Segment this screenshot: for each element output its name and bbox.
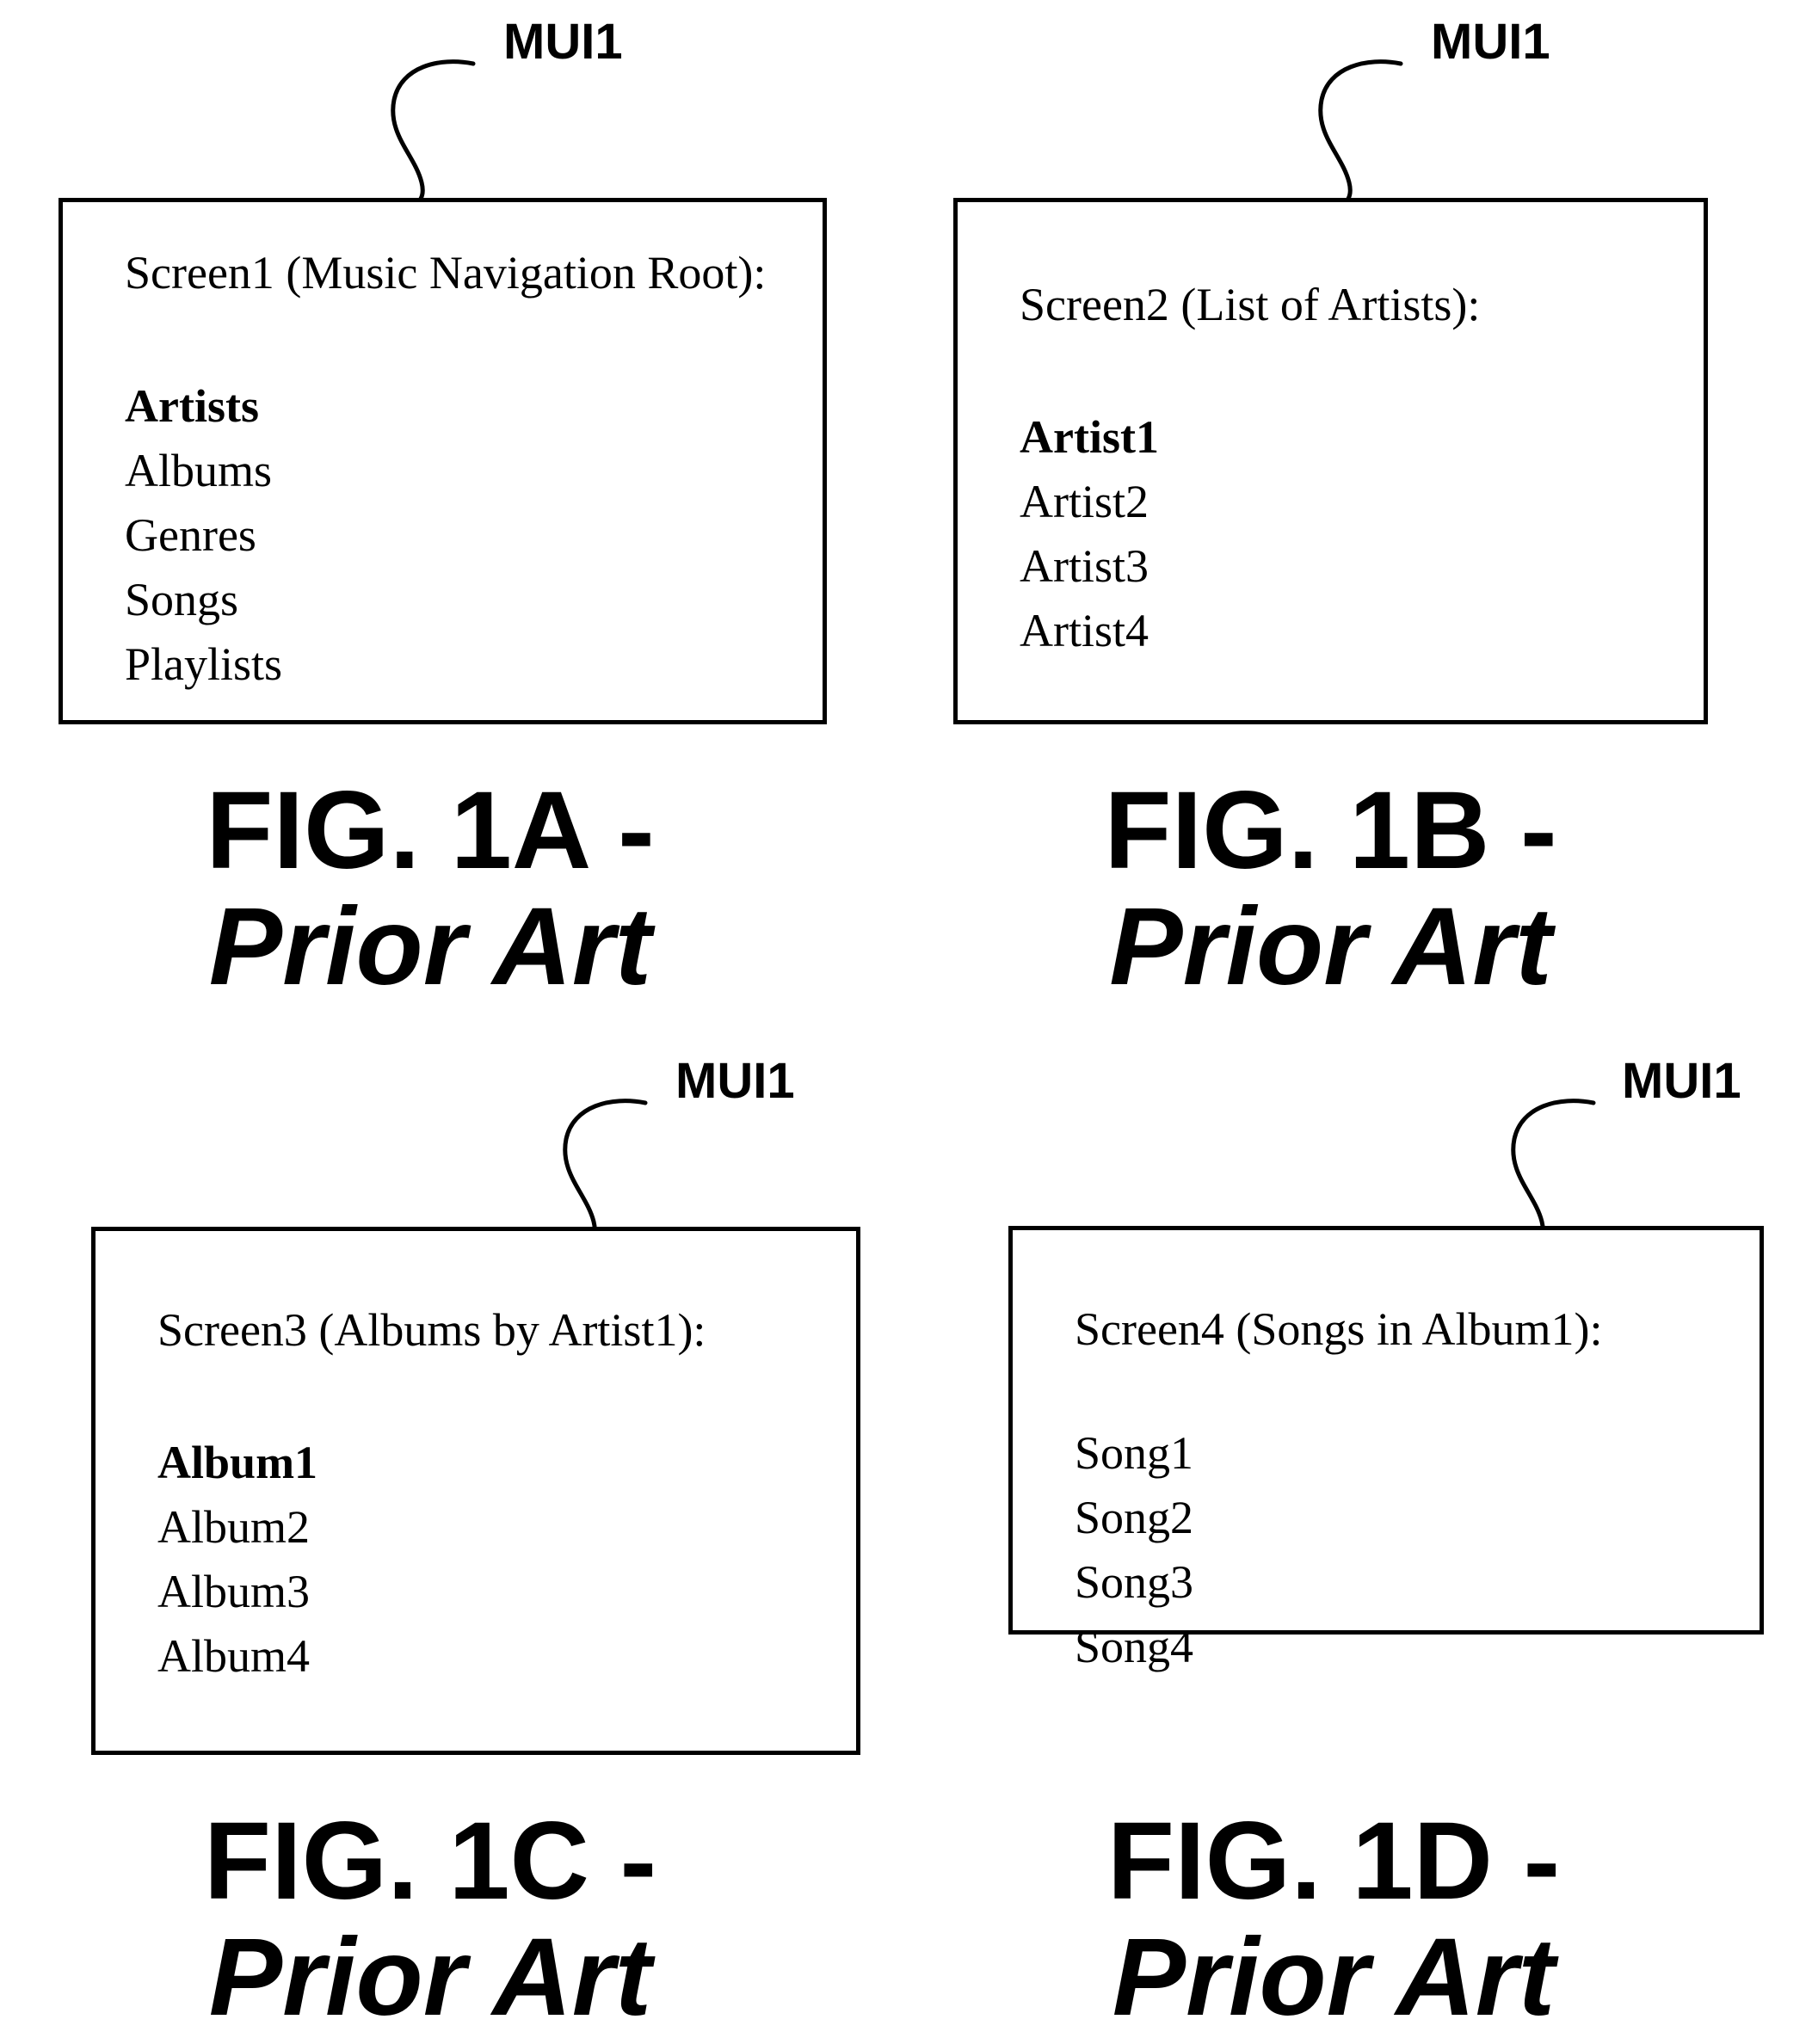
list-item[interactable]: Song1 <box>1075 1421 1193 1486</box>
caption-prior-art: Prior Art <box>208 1916 652 2039</box>
list-item[interactable]: Album1 <box>157 1431 317 1495</box>
list-item[interactable]: Artist2 <box>1020 470 1159 534</box>
screen-box-4: Screen4 (Songs in Album1): Song1 Song2 S… <box>1008 1226 1764 1672</box>
caption-figure-number: FIG. 1B - <box>1104 769 1557 892</box>
list-item[interactable]: Song2 <box>1075 1486 1193 1550</box>
list-item[interactable]: Album3 <box>157 1560 317 1624</box>
screen-title-2: Screen2 (List of Artists): <box>1020 279 1481 330</box>
figure-1a: MUI1 Screen1 (Music Navigation Root): Ar… <box>0 0 906 1022</box>
screen-title-4: Screen4 (Songs in Album1): <box>1075 1303 1603 1355</box>
figure-1d: MUI1 Screen4 (Songs in Album1): Song1 So… <box>895 1022 1812 2044</box>
screen-box-1: Screen1 (Music Navigation Root): Artists… <box>59 198 827 724</box>
screen-box-2: Screen2 (List of Artists): Artist1 Artis… <box>953 198 1708 724</box>
list-item[interactable]: Artists <box>125 374 282 439</box>
list-item[interactable]: Artist3 <box>1020 534 1159 599</box>
list-item[interactable]: Genres <box>125 503 282 568</box>
screen-title-3: Screen3 (Albums by Artist1): <box>157 1304 706 1356</box>
caption-figure-number: FIG. 1A - <box>206 769 655 892</box>
leader-line-icon <box>1237 26 1461 209</box>
caption-prior-art: Prior Art <box>208 885 652 1008</box>
caption-figure-number: FIG. 1D - <box>1106 1800 1561 1923</box>
leader-line-icon <box>1430 1065 1654 1248</box>
leader-line-icon <box>310 26 533 209</box>
reference-label-mui1: MUI1 <box>675 1053 795 1109</box>
caption-prior-art: Prior Art <box>1109 885 1552 1008</box>
patent-drawing-sheet: MUI1 Screen1 (Music Navigation Root): Ar… <box>0 0 1812 2044</box>
figure-caption-1b: FIG. 1B - Prior Art <box>895 774 1766 1007</box>
figure-caption-1c: FIG. 1C - Prior Art <box>0 1805 860 2037</box>
screen-list-4: Song1 Song2 Song3 Song4 <box>1075 1421 1193 1679</box>
list-item[interactable]: Album2 <box>157 1495 317 1560</box>
list-item[interactable]: Artist1 <box>1020 405 1159 470</box>
list-item[interactable]: Albums <box>125 439 282 503</box>
screen-title-1: Screen1 (Music Navigation Root): <box>125 247 767 299</box>
screen-list-1: Artists Albums Genres Songs Playlists <box>125 374 282 697</box>
screen-list-3: Album1 Album2 Album3 Album4 <box>157 1431 317 1689</box>
figure-caption-1a: FIG. 1A - Prior Art <box>0 774 860 1007</box>
figure-1b: MUI1 Screen2 (List of Artists): Artist1 … <box>895 0 1812 1022</box>
caption-prior-art: Prior Art <box>1112 1916 1556 2039</box>
screen-list-2: Artist1 Artist2 Artist3 Artist4 <box>1020 405 1159 663</box>
screen-box-3: Screen3 (Albums by Artist1): Album1 Albu… <box>91 1227 860 1755</box>
list-item[interactable]: Song3 <box>1075 1550 1193 1615</box>
caption-figure-number: FIG. 1C - <box>203 1800 657 1923</box>
reference-label-mui1: MUI1 <box>503 14 623 70</box>
reference-label-mui1: MUI1 <box>1622 1053 1741 1109</box>
list-item[interactable]: Songs <box>125 568 282 632</box>
leader-line-icon <box>482 1065 706 1248</box>
list-item[interactable]: Artist4 <box>1020 599 1159 663</box>
reference-label-mui1: MUI1 <box>1431 14 1550 70</box>
figure-caption-1d: FIG. 1D - Prior Art <box>895 1805 1772 2037</box>
list-item[interactable]: Album4 <box>157 1624 317 1689</box>
list-item[interactable]: Song4 <box>1075 1615 1193 1679</box>
list-item[interactable]: Playlists <box>125 632 282 697</box>
figure-1c: MUI1 Screen3 (Albums by Artist1): Album1… <box>0 1022 906 2044</box>
